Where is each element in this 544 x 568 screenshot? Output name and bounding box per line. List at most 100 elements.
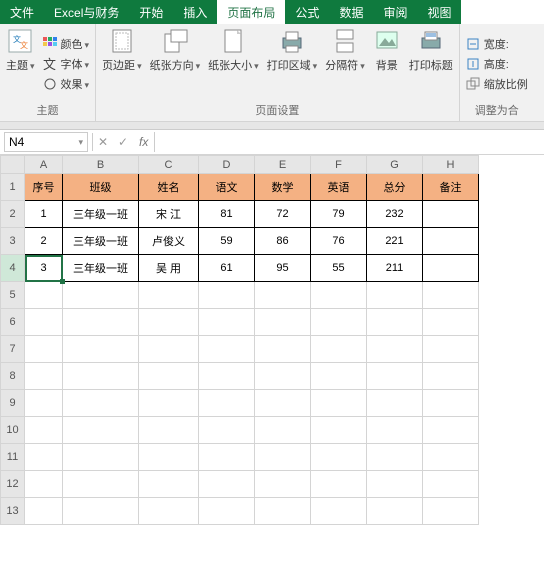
row-head-13[interactable]: 13	[1, 498, 25, 525]
empty-cell[interactable]	[311, 363, 367, 390]
empty-cell[interactable]	[255, 417, 311, 444]
data-cell[interactable]: 76	[311, 228, 367, 255]
print-area-button[interactable]: 打印区域	[267, 27, 318, 100]
data-cell[interactable]: 1	[25, 201, 63, 228]
empty-cell[interactable]	[255, 309, 311, 336]
menu-开始[interactable]: 开始	[129, 0, 173, 24]
orientation-button[interactable]: 纸张方向	[150, 27, 201, 100]
empty-cell[interactable]	[25, 363, 63, 390]
col-head-F[interactable]: F	[311, 156, 367, 174]
empty-cell[interactable]	[311, 309, 367, 336]
empty-cell[interactable]	[199, 282, 255, 309]
empty-cell[interactable]	[25, 309, 63, 336]
data-cell[interactable]: 三年级一班	[63, 201, 139, 228]
empty-cell[interactable]	[63, 471, 139, 498]
menu-插入[interactable]: 插入	[173, 0, 217, 24]
empty-cell[interactable]	[255, 444, 311, 471]
empty-cell[interactable]	[63, 417, 139, 444]
empty-cell[interactable]	[139, 444, 199, 471]
effects-button[interactable]: 效果	[43, 75, 90, 93]
themes-button[interactable]: 文文 主题	[6, 27, 35, 100]
empty-cell[interactable]	[311, 417, 367, 444]
empty-cell[interactable]	[63, 309, 139, 336]
empty-cell[interactable]	[311, 282, 367, 309]
empty-cell[interactable]	[199, 498, 255, 525]
empty-cell[interactable]	[367, 417, 423, 444]
data-cell[interactable]: 72	[255, 201, 311, 228]
empty-cell[interactable]	[63, 444, 139, 471]
data-cell[interactable]: 2	[25, 228, 63, 255]
empty-cell[interactable]	[25, 282, 63, 309]
empty-cell[interactable]	[367, 336, 423, 363]
col-head-G[interactable]: G	[367, 156, 423, 174]
empty-cell[interactable]	[255, 471, 311, 498]
row-head-4[interactable]: 4	[1, 255, 25, 282]
menu-数据[interactable]: 数据	[329, 0, 373, 24]
data-cell[interactable]	[423, 228, 479, 255]
data-cell[interactable]: 吴 用	[139, 255, 199, 282]
data-cell[interactable]: 211	[367, 255, 423, 282]
empty-cell[interactable]	[139, 498, 199, 525]
empty-cell[interactable]	[139, 417, 199, 444]
breaks-button[interactable]: 分隔符	[325, 27, 365, 100]
row-head-5[interactable]: 5	[1, 282, 25, 309]
empty-cell[interactable]	[423, 498, 479, 525]
header-cell[interactable]: 英语	[311, 174, 367, 201]
row-head-12[interactable]: 12	[1, 471, 25, 498]
data-cell[interactable]: 81	[199, 201, 255, 228]
empty-cell[interactable]	[139, 282, 199, 309]
row-head-1[interactable]: 1	[1, 174, 25, 201]
cancel-icon[interactable]: ✕	[93, 135, 113, 149]
empty-cell[interactable]	[367, 390, 423, 417]
empty-cell[interactable]	[423, 390, 479, 417]
header-cell[interactable]: 备注	[423, 174, 479, 201]
background-button[interactable]: 背景	[373, 27, 401, 100]
row-head-8[interactable]: 8	[1, 363, 25, 390]
empty-cell[interactable]	[423, 471, 479, 498]
menu-视图[interactable]: 视图	[417, 0, 461, 24]
data-cell[interactable]: 55	[311, 255, 367, 282]
menu-公式[interactable]: 公式	[285, 0, 329, 24]
col-head-C[interactable]: C	[139, 156, 199, 174]
fx-icon[interactable]: fx	[133, 135, 154, 149]
fonts-button[interactable]: 文 字体	[43, 55, 90, 73]
row-head-10[interactable]: 10	[1, 417, 25, 444]
data-cell[interactable]: 61	[199, 255, 255, 282]
confirm-icon[interactable]: ✓	[113, 135, 133, 149]
row-head-11[interactable]: 11	[1, 444, 25, 471]
data-cell[interactable]: 三年级一班	[63, 228, 139, 255]
empty-cell[interactable]	[367, 309, 423, 336]
empty-cell[interactable]	[139, 363, 199, 390]
menu-页面布局[interactable]: 页面布局	[217, 0, 285, 24]
empty-cell[interactable]	[255, 390, 311, 417]
empty-cell[interactable]	[255, 363, 311, 390]
empty-cell[interactable]	[311, 471, 367, 498]
empty-cell[interactable]	[63, 363, 139, 390]
empty-cell[interactable]	[25, 471, 63, 498]
data-cell[interactable]	[423, 255, 479, 282]
col-head-B[interactable]: B	[63, 156, 139, 174]
row-head-6[interactable]: 6	[1, 309, 25, 336]
empty-cell[interactable]	[367, 363, 423, 390]
header-cell[interactable]: 姓名	[139, 174, 199, 201]
empty-cell[interactable]	[311, 498, 367, 525]
row-head-2[interactable]: 2	[1, 201, 25, 228]
margins-button[interactable]: 页边距	[102, 27, 142, 100]
header-cell[interactable]: 序号	[25, 174, 63, 201]
empty-cell[interactable]	[311, 336, 367, 363]
col-head-D[interactable]: D	[199, 156, 255, 174]
empty-cell[interactable]	[255, 498, 311, 525]
height-button[interactable]: 高度:	[466, 55, 528, 73]
empty-cell[interactable]	[25, 336, 63, 363]
empty-cell[interactable]	[199, 390, 255, 417]
row-head-3[interactable]: 3	[1, 228, 25, 255]
empty-cell[interactable]	[423, 444, 479, 471]
empty-cell[interactable]	[139, 471, 199, 498]
empty-cell[interactable]	[25, 444, 63, 471]
empty-cell[interactable]	[63, 498, 139, 525]
data-cell[interactable]: 232	[367, 201, 423, 228]
header-cell[interactable]: 班级	[63, 174, 139, 201]
empty-cell[interactable]	[199, 444, 255, 471]
empty-cell[interactable]	[25, 417, 63, 444]
header-cell[interactable]: 语文	[199, 174, 255, 201]
